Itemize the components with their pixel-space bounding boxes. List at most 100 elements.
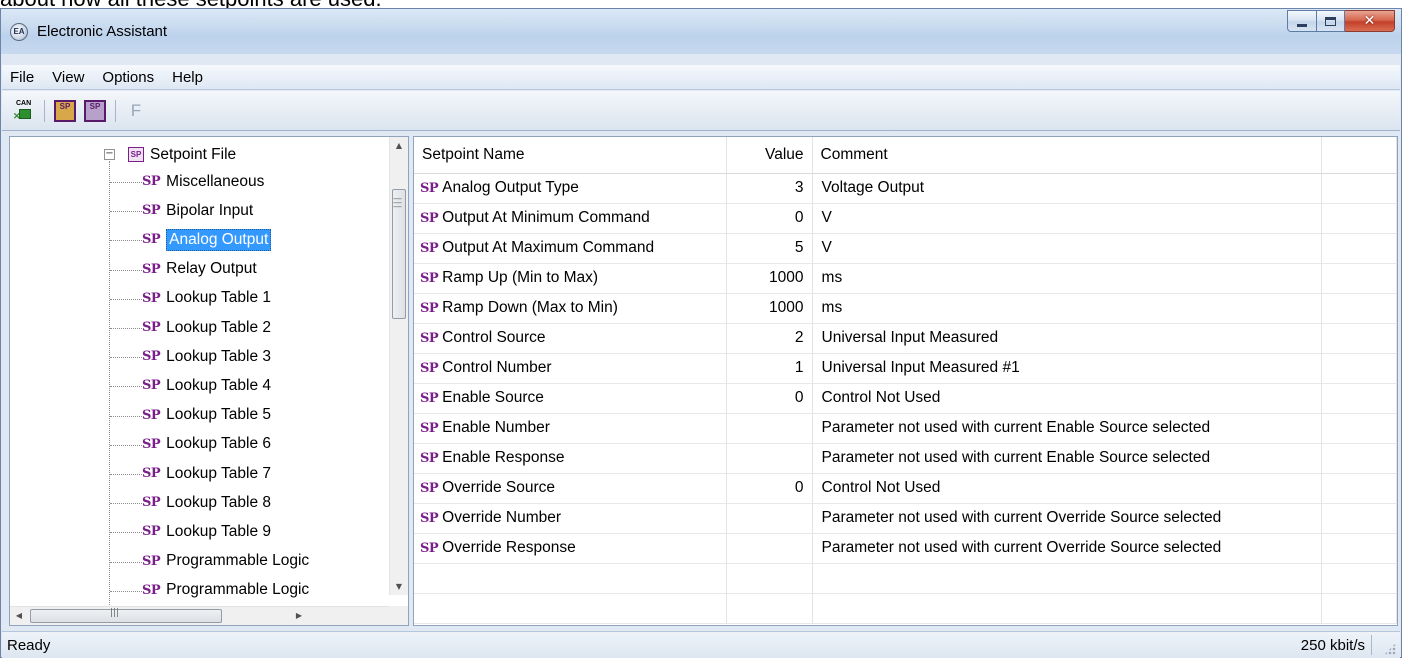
save-setpoint-file-button[interactable]: SP <box>83 99 107 123</box>
setpoint-value-cell[interactable]: 5 <box>726 233 813 264</box>
setpoint-value-cell[interactable]: 0 <box>726 203 813 234</box>
tree-item[interactable]: SP Programmable Logic <box>142 577 309 604</box>
setpoint-name-cell[interactable] <box>414 563 727 594</box>
setpoint-name-cell[interactable]: SP Override Source <box>414 473 727 504</box>
table-row[interactable]: SP Override Response Parameter not used wi… <box>414 533 1397 564</box>
table-row[interactable]: SP Enable Response Parameter not used with… <box>414 443 1397 474</box>
tree-item-label: Programmable Logic <box>166 552 310 570</box>
column-header-value[interactable]: Value <box>726 137 813 174</box>
setpoint-comment-cell: Parameter not used with current Override… <box>812 533 1322 564</box>
setpoint-value-cell[interactable] <box>726 533 813 564</box>
tree-item[interactable]: SP Lookup Table 2 <box>142 314 271 341</box>
table-row[interactable]: SP Enable Source 0 Control Not Used <box>414 383 1397 414</box>
maximize-button[interactable] <box>1317 10 1345 32</box>
column-header-setpoint-name[interactable]: Setpoint Name <box>414 137 727 174</box>
table-row[interactable]: SP Override Number Parameter not used with… <box>414 503 1397 534</box>
table-row[interactable]: SP Analog Output Type 3 Voltage Output <box>414 173 1397 204</box>
menu-file[interactable]: File <box>10 69 34 86</box>
setpoint-name-cell[interactable]: SP Analog Output Type <box>414 173 727 204</box>
tree-item[interactable]: SP Lookup Table 5 <box>142 402 271 429</box>
horizontal-scroll-grip-icon: ||| <box>110 608 120 618</box>
menu-options[interactable]: Options <box>102 69 154 86</box>
setpoint-value-cell[interactable] <box>726 503 813 534</box>
setpoint-name-cell[interactable]: SP Enable Response <box>414 443 727 474</box>
setpoint-name-cell[interactable]: SP Ramp Up (Min to Max) <box>414 263 727 294</box>
table-row[interactable]: SP Output At Maximum Command 5 V <box>414 233 1397 264</box>
scroll-right-icon[interactable]: ▶ <box>290 607 308 625</box>
tree-item[interactable]: SP Lookup Table 6 <box>142 431 271 458</box>
flash-icon: F <box>130 100 142 120</box>
can-connect-icon: CAN ✕ <box>13 99 32 121</box>
setpoint-name-cell[interactable]: SP Control Number <box>414 353 727 384</box>
setpoint-name-cell[interactable]: SP Output At Minimum Command <box>414 203 727 234</box>
collapse-toggle-icon[interactable]: − <box>104 149 115 160</box>
horizontal-scroll-thumb[interactable] <box>30 609 222 623</box>
setpoint-comment-cell: Control Not Used <box>812 473 1322 504</box>
setpoint-name-cell[interactable]: SP Ramp Down (Max to Min) <box>414 293 727 324</box>
setpoint-value-cell[interactable]: 3 <box>726 173 813 204</box>
tree-item[interactable]: SP Analog Output <box>142 226 272 253</box>
tree-item[interactable]: SP Lookup Table 3 <box>142 343 271 370</box>
table-row[interactable] <box>414 563 1397 594</box>
tree-item[interactable]: SP Relay Output <box>142 256 257 283</box>
scroll-up-icon[interactable]: ▲ <box>390 137 408 154</box>
setpoint-value-cell[interactable]: 2 <box>726 323 813 354</box>
status-text: Ready <box>7 637 51 654</box>
setpoint-name-cell[interactable]: SP Enable Number <box>414 413 727 444</box>
setpoint-name-cell[interactable]: SP Output At Maximum Command <box>414 233 727 264</box>
setpoint-value-cell[interactable]: 1 <box>726 353 813 384</box>
setpoint-value-cell[interactable] <box>726 443 813 474</box>
setpoint-value-cell[interactable] <box>726 593 813 624</box>
setpoint-icon: SP <box>420 511 439 526</box>
filler-cell <box>1321 293 1397 324</box>
setpoint-tree[interactable]: − SP Setpoint File SP Miscellaneous SP Bipo… <box>9 136 409 626</box>
table-row[interactable]: SP Ramp Down (Max to Min) 1000 ms <box>414 293 1397 324</box>
setpoint-value-cell[interactable]: 1000 <box>726 263 813 294</box>
table-row[interactable]: SP Enable Number Parameter not used with c… <box>414 413 1397 444</box>
tree-item[interactable]: SP Lookup Table 7 <box>142 460 271 487</box>
tree-item[interactable]: SP Lookup Table 4 <box>142 372 271 399</box>
setpoint-value-cell[interactable] <box>726 413 813 444</box>
open-setpoint-file-icon: SP <box>54 99 76 122</box>
menu-help[interactable]: Help <box>172 69 203 86</box>
menu-view[interactable]: View <box>52 69 84 86</box>
tree-horizontal-scrollbar[interactable]: ◀ ||| ▶ <box>10 606 390 625</box>
close-button[interactable]: ✕ <box>1345 10 1395 32</box>
setpoint-name-cell[interactable]: SP Control Source <box>414 323 727 354</box>
scroll-left-icon[interactable]: ◀ <box>10 607 28 625</box>
table-row[interactable]: SP Ramp Up (Min to Max) 1000 ms <box>414 263 1397 294</box>
setpoint-value-cell[interactable]: 0 <box>726 473 813 504</box>
table-row[interactable]: SP Control Number 1 Universal Input Measure… <box>414 353 1397 384</box>
tree-item[interactable]: SP Lookup Table 8 <box>142 489 271 516</box>
tree-root-label: Setpoint File <box>150 145 237 163</box>
open-setpoint-file-button[interactable]: SP <box>53 99 77 123</box>
table-row[interactable]: SP Override Source 0 Control Not Used <box>414 473 1397 504</box>
flash-button[interactable]: F <box>124 99 148 123</box>
tree-connector <box>110 503 142 505</box>
table-row[interactable]: SP Control Source 2 Universal Input Measure… <box>414 323 1397 354</box>
setpoint-name-cell[interactable]: SP Override Response <box>414 533 727 564</box>
tree-vertical-scrollbar[interactable]: ▲ — — — ▼ <box>389 137 408 595</box>
table-row[interactable] <box>414 593 1397 624</box>
setpoint-name-cell[interactable]: SP Override Number <box>414 503 727 534</box>
setpoint-icon: SP <box>142 495 161 511</box>
tree-item[interactable]: SP Programmable Logic <box>142 548 309 575</box>
tree-item[interactable]: SP Bipolar Input <box>142 197 253 224</box>
minimize-button[interactable] <box>1287 10 1317 32</box>
table-row[interactable]: SP Output At Minimum Command 0 V <box>414 203 1397 234</box>
setpoint-value-cell[interactable]: 1000 <box>726 293 813 324</box>
tree-item[interactable]: SP Lookup Table 9 <box>142 518 271 545</box>
setpoint-name-cell[interactable]: SP Enable Source <box>414 383 727 414</box>
tree-root-setpoint-file[interactable]: SP Setpoint File <box>128 141 236 168</box>
can-connect-button[interactable]: CAN ✕ <box>12 99 36 123</box>
setpoint-value-cell[interactable]: 0 <box>726 383 813 414</box>
resize-grip-icon[interactable] <box>1384 643 1396 655</box>
column-header-comment[interactable]: Comment <box>812 137 1322 174</box>
column-header-filler <box>1321 137 1397 174</box>
setpoint-name-cell[interactable] <box>414 593 727 624</box>
tree-item[interactable]: SP Lookup Table 1 <box>142 285 271 312</box>
tree-item-label: Lookup Table 7 <box>166 464 272 482</box>
setpoint-value-cell[interactable] <box>726 563 813 594</box>
scroll-down-icon[interactable]: ▼ <box>390 578 408 595</box>
tree-item[interactable]: SP Miscellaneous <box>142 168 264 195</box>
